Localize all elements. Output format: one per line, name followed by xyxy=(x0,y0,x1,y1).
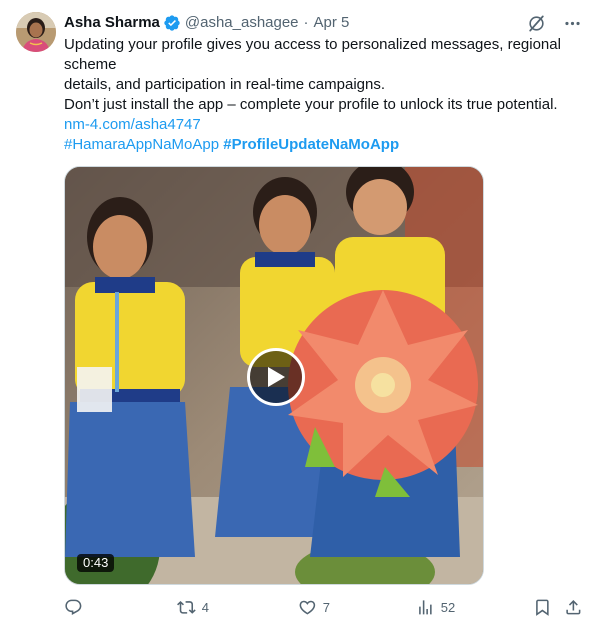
share-button[interactable] xyxy=(564,598,583,617)
like-count: 7 xyxy=(322,599,330,615)
tweet-text-line: scheme xyxy=(64,56,117,73)
play-icon xyxy=(268,367,285,387)
tweet-actions: 4 7 52 xyxy=(64,598,584,618)
retweet-count: 4 xyxy=(201,599,209,615)
author-handle[interactable]: @asha_ashagee xyxy=(185,13,299,33)
retweet-icon xyxy=(177,601,196,614)
reply-button[interactable] xyxy=(64,598,89,617)
like-button[interactable]: 7 xyxy=(298,598,330,617)
bookmark-button[interactable] xyxy=(533,598,552,617)
tweet-text-line: Don’t just install the app – complete yo… xyxy=(64,96,558,113)
hashtag-link[interactable]: #HamaraAppNaMoApp xyxy=(64,136,219,153)
tweet-link[interactable]: nm-4.com/asha4747 xyxy=(64,116,201,133)
tweet-text-line: Updating your profile gives you access t… xyxy=(64,36,561,53)
tweet-text-line: details, and participation in real-time … xyxy=(64,76,385,93)
retweet-button[interactable]: 4 xyxy=(177,598,209,617)
views-icon xyxy=(419,600,432,615)
share-icon xyxy=(566,600,581,615)
tweet-text: Updating your profile gives you access t… xyxy=(64,35,586,155)
bookmark-icon xyxy=(536,599,549,616)
heart-icon xyxy=(299,600,316,615)
verified-badge-icon xyxy=(164,15,180,31)
grok-icon[interactable] xyxy=(526,13,546,33)
author-name[interactable]: Asha Sharma xyxy=(64,13,160,33)
video-duration: 0:43 xyxy=(77,554,115,572)
reply-icon xyxy=(65,599,82,615)
more-icon[interactable] xyxy=(562,13,582,33)
avatar-image xyxy=(16,12,56,52)
avatar[interactable] xyxy=(16,12,56,52)
tweet-header: Asha Sharma @asha_ashagee · Apr 5 xyxy=(64,12,582,34)
tweet-date[interactable]: Apr 5 xyxy=(314,13,350,33)
hashtag-link[interactable]: #ProfileUpdateNaMoApp xyxy=(223,136,399,153)
separator-dot: · xyxy=(303,14,309,31)
views-count: 52 xyxy=(440,599,456,615)
views-button[interactable]: 52 xyxy=(416,598,455,617)
video-player[interactable]: 0:43 xyxy=(64,166,484,585)
play-button[interactable] xyxy=(247,348,305,406)
